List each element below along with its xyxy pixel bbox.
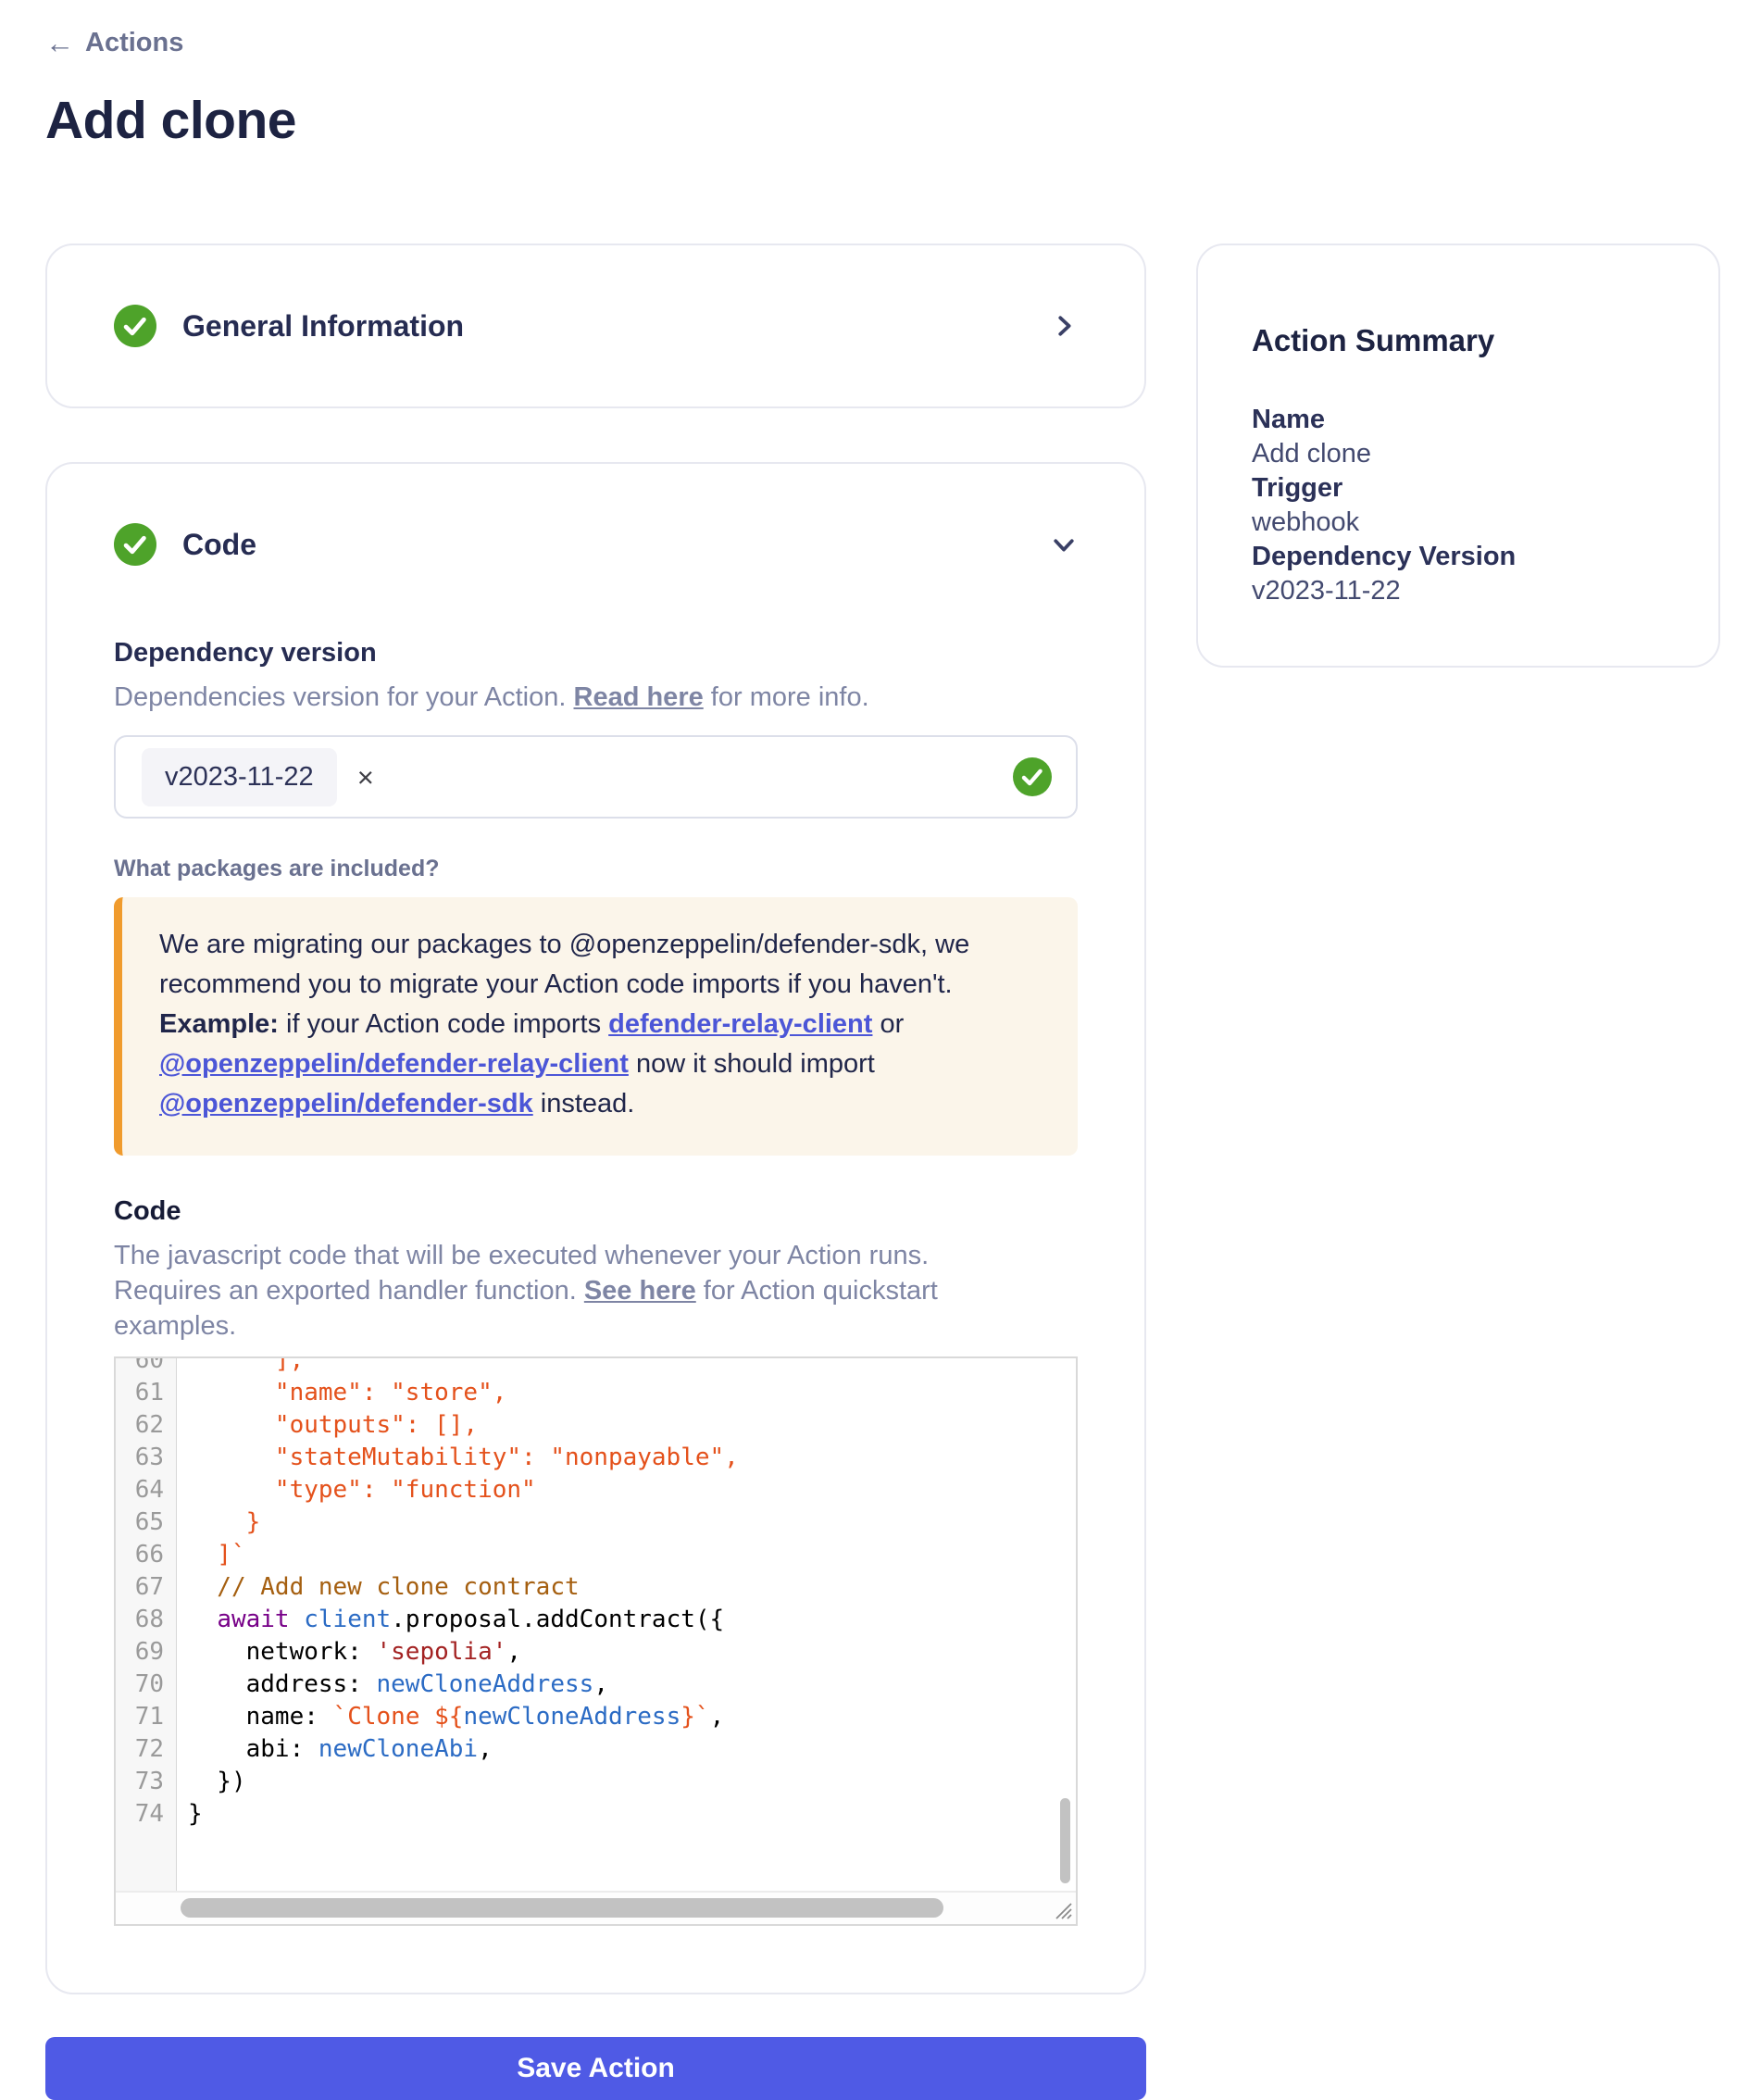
- line-number: 68: [116, 1604, 177, 1636]
- code-editor: 60 ],61 "name": "store",62 "outputs": []…: [114, 1356, 1078, 1926]
- code-field-label: Code: [114, 1196, 1078, 1227]
- line-number: 63: [116, 1442, 177, 1474]
- packages-question-label: What packages are included?: [114, 856, 1078, 882]
- code-line: 68 await client.proposal.addContract({: [116, 1604, 1076, 1636]
- line-number: 62: [116, 1409, 177, 1442]
- section-title-code: Code: [182, 528, 256, 562]
- summary-field-label: Trigger: [1252, 471, 1665, 506]
- add-clone-page: ← Actions Add clone General Information: [0, 0, 1748, 2100]
- migration-note-link[interactable]: @openzeppelin/defender-relay-client: [159, 1049, 629, 1079]
- horizontal-scrollbar-thumb[interactable]: [181, 1898, 943, 1918]
- summary-field-value: v2023-11-22: [1252, 574, 1665, 608]
- code-line: 71 name: `Clone ${newCloneAddress}`,: [116, 1701, 1076, 1733]
- code-line: 65 }: [116, 1506, 1076, 1539]
- code-editor-textarea[interactable]: 60 ],61 "name": "store",62 "outputs": []…: [116, 1358, 1076, 1891]
- line-number: 61: [116, 1377, 177, 1409]
- dependency-version-tag: v2023-11-22: [142, 748, 337, 806]
- code-line: 64 "type": "function": [116, 1474, 1076, 1506]
- chevron-right-icon[interactable]: [1050, 312, 1078, 340]
- action-summary-card: Action Summary NameAdd cloneTriggerwebho…: [1196, 244, 1720, 668]
- summary-field-value: Add clone: [1252, 437, 1665, 471]
- code-line: 62 "outputs": [],: [116, 1409, 1076, 1442]
- read-here-link[interactable]: Read here: [574, 682, 704, 712]
- section-title-general-information: General Information: [182, 309, 464, 344]
- code-line: 73 }): [116, 1766, 1076, 1798]
- vertical-scrollbar-thumb[interactable]: [1060, 1798, 1070, 1883]
- chevron-down-icon[interactable]: [1050, 531, 1078, 558]
- line-number: 65: [116, 1506, 177, 1539]
- code-lines: 60 ],61 "name": "store",62 "outputs": []…: [116, 1358, 1076, 1831]
- horizontal-scrollbar-track: [116, 1891, 1076, 1924]
- line-number: 72: [116, 1733, 177, 1766]
- line-number: 74: [116, 1798, 177, 1831]
- general-information-header[interactable]: General Information: [114, 305, 1078, 347]
- see-here-link[interactable]: See here: [584, 1276, 696, 1306]
- code-line: 66 ]`: [116, 1539, 1076, 1571]
- line-number: 71: [116, 1701, 177, 1733]
- check-circle-icon: [114, 305, 156, 347]
- summary-field-value: webhook: [1252, 506, 1665, 540]
- code-field-description: The javascript code that will be execute…: [114, 1238, 993, 1344]
- dependency-version-input[interactable]: v2023-11-22 ×: [114, 735, 1078, 819]
- action-summary-fields: NameAdd cloneTriggerwebhookDependency Ve…: [1252, 403, 1665, 608]
- code-line: 61 "name": "store",: [116, 1377, 1076, 1409]
- code-line: 67 // Add new clone contract: [116, 1571, 1076, 1604]
- code-section-header[interactable]: Code: [114, 523, 1078, 566]
- line-number: 66: [116, 1539, 177, 1571]
- summary-field-label: Dependency Version: [1252, 540, 1665, 574]
- code-line: 72 abi: newCloneAbi,: [116, 1733, 1076, 1766]
- general-information-card: General Information: [45, 244, 1146, 408]
- code-line: 60 ],: [116, 1358, 1076, 1377]
- line-number: 73: [116, 1766, 177, 1798]
- code-line: 70 address: newCloneAddress,: [116, 1669, 1076, 1701]
- migration-note-link[interactable]: @openzeppelin/defender-sdk: [159, 1089, 533, 1119]
- check-circle-icon: [114, 523, 156, 566]
- migration-note-box: We are migrating our packages to @openze…: [114, 897, 1078, 1156]
- breadcrumb-label: Actions: [85, 28, 183, 58]
- dependency-version-label: Dependency version: [114, 638, 1078, 669]
- line-number: 60: [116, 1358, 177, 1377]
- code-line: 69 network: 'sepolia',: [116, 1636, 1076, 1669]
- back-arrow-icon: ←: [45, 29, 74, 57]
- resize-grip-icon[interactable]: [1048, 1895, 1073, 1920]
- code-line: 63 "stateMutability": "nonpayable",: [116, 1442, 1076, 1474]
- remove-tag-icon[interactable]: ×: [357, 763, 374, 792]
- line-number: 70: [116, 1669, 177, 1701]
- valid-check-icon: [1013, 757, 1052, 796]
- line-number: 64: [116, 1474, 177, 1506]
- line-number: 67: [116, 1571, 177, 1604]
- dependency-version-description: Dependencies version for your Action. Re…: [114, 680, 993, 715]
- summary-field-label: Name: [1252, 403, 1665, 437]
- migration-note-link[interactable]: defender-relay-client: [608, 1009, 872, 1039]
- line-number: 69: [116, 1636, 177, 1669]
- code-card: Code Dependency version Dependencies ver…: [45, 462, 1146, 1994]
- breadcrumb[interactable]: ← Actions: [45, 28, 183, 58]
- migration-note-text: We are migrating our packages to @openze…: [159, 925, 1011, 1124]
- save-action-button[interactable]: Save Action: [45, 2037, 1146, 2100]
- page-title: Add clone: [45, 90, 1703, 151]
- action-summary-title: Action Summary: [1252, 323, 1665, 358]
- code-line: 74}: [116, 1798, 1076, 1831]
